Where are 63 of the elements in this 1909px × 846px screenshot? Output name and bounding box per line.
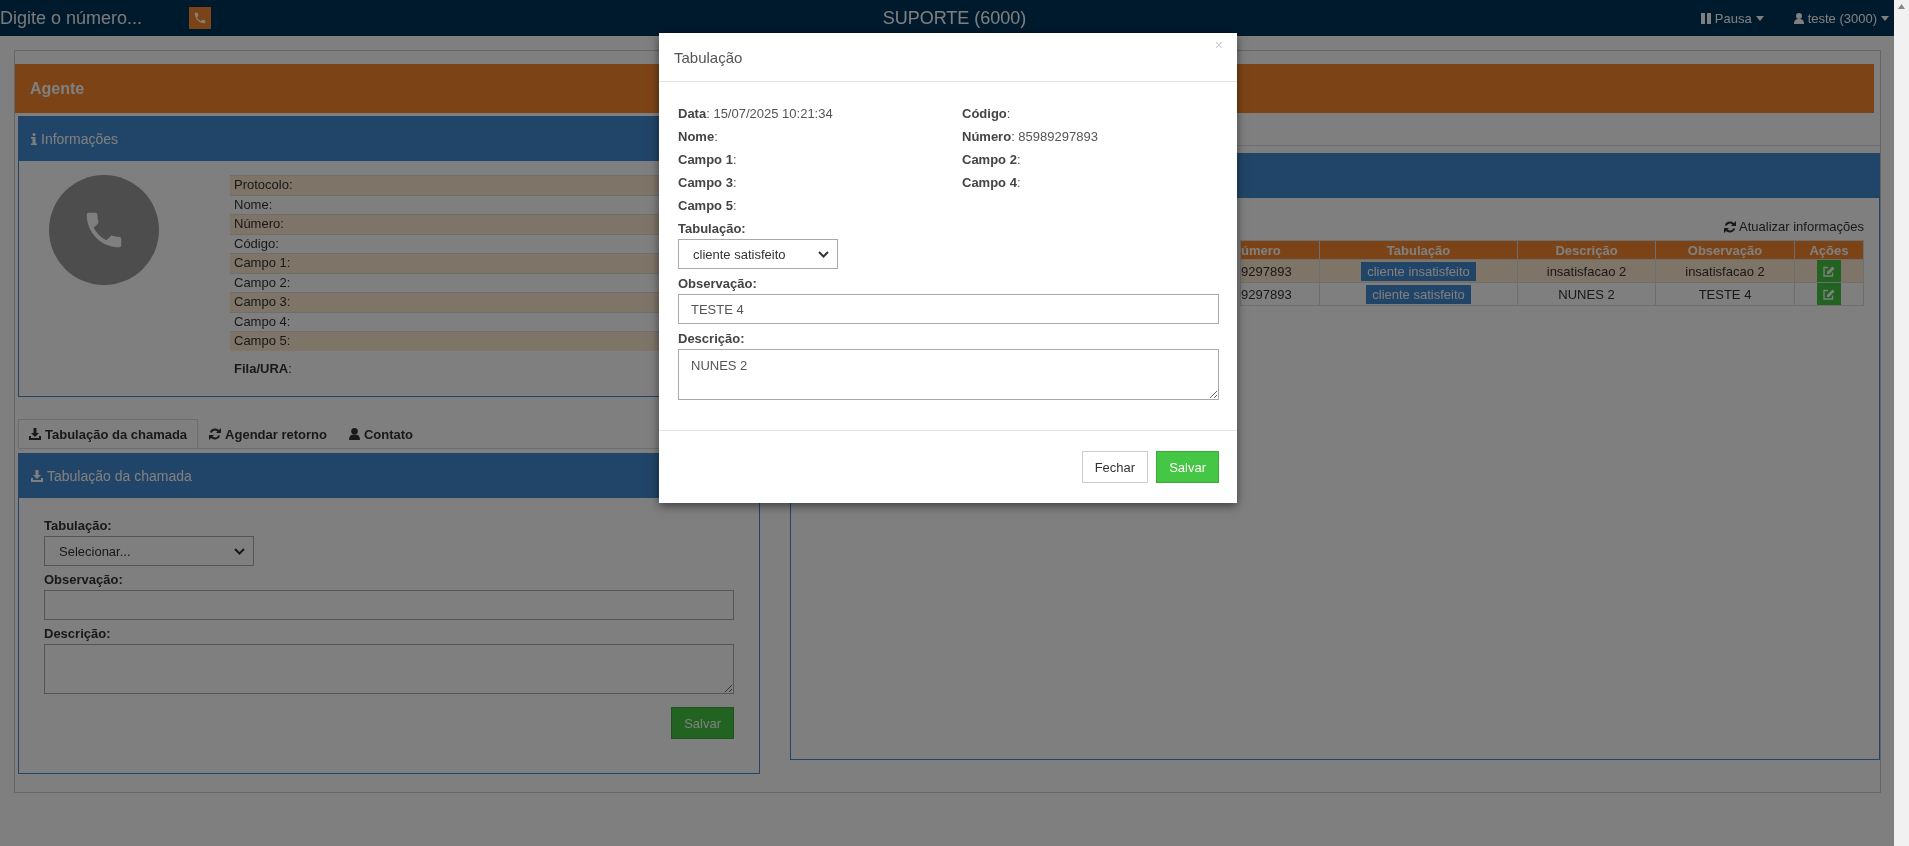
column-header: Descrição [1517,240,1656,260]
detail-field: Campo 1: [678,152,962,168]
field-label: Observação: [44,572,124,587]
edit-icon [1823,288,1835,300]
detail-field: Número: 85989297893 [962,129,1219,145]
tabulacao-tag: cliente insatisfeito [1361,261,1476,281]
dialog-title: Tabulação [674,48,743,66]
field-label: Tabulação: [44,518,113,533]
tabulacao-select[interactable]: Selecionar... [44,536,254,566]
user-icon [1793,12,1804,24]
table-cell: 9297893 [1240,259,1320,283]
tabulacao-tag: cliente satisfeito [1366,284,1471,304]
scroll-up-icon[interactable] [1898,4,1905,9]
chevron-down-icon [818,250,829,258]
tabulacao-select[interactable]: cliente satisfeito [678,239,838,269]
descricao-field[interactable] [44,644,734,694]
tab[interactable]: Agendar retorno [198,419,338,448]
caret-icon [1881,15,1889,21]
call-button[interactable] [189,7,211,29]
detail-field: Campo 2: [962,152,1219,168]
field-label: Tabulação: [678,221,747,236]
queue-label: Fila/URA: [233,360,292,376]
refresh-icon [1724,220,1736,233]
column-header: Ações [1794,240,1864,260]
table-cell: NUNES 2 [1517,282,1656,306]
edit-button[interactable] [1817,283,1841,305]
field-label: Descrição: [44,626,112,641]
refresh-icon [209,428,222,440]
page-title: SUPORTE (6000) [882,7,1027,29]
pause-icon [1700,12,1711,24]
tab[interactable]: Contato [337,419,425,448]
table-cell: 9297893 [1240,282,1320,306]
info-icon [31,133,37,145]
dial-field[interactable]: Digite o número... [0,3,180,33]
edit-button[interactable] [1817,260,1841,282]
column-header: úmero [1240,240,1320,260]
table-cell: TESTE 4 [1655,282,1795,306]
column-header: Tabulação [1319,240,1518,260]
table-cell: insatisfacao 2 [1517,259,1656,283]
user-menu[interactable]: teste (3000) [1793,10,1889,26]
field-label: Descrição: [678,331,746,346]
edit-icon [1823,265,1835,277]
pause-menu[interactable]: Pausa [1700,10,1764,26]
download-icon [31,470,43,482]
user-icon [348,428,360,440]
descricao-field[interactable]: NUNES 2 [678,349,1219,400]
chevron-down-icon [234,547,245,555]
detail-field: Nome: [678,129,962,145]
refresh-link[interactable]: Atualizar informações [1724,219,1864,234]
caret-icon [1755,15,1764,21]
tab[interactable]: Tabulação da chamada [18,419,199,448]
download-icon [29,428,41,440]
phone-icon [193,11,207,25]
column-header: Observação [1655,240,1795,260]
scrollbar[interactable] [1894,0,1909,846]
detail-field: Campo 4: [962,175,1219,191]
observacao-field[interactable]: TESTE 4 [678,294,1219,324]
table-cell: insatisfacao 2 [1655,259,1795,283]
panel-title: Tabulação da chamada [31,468,192,484]
observacao-field[interactable] [44,590,734,620]
field-label: Observação: [678,276,758,291]
close-dialog-button[interactable]: Fechar [1081,451,1149,483]
panel-title: Informações [31,131,119,147]
